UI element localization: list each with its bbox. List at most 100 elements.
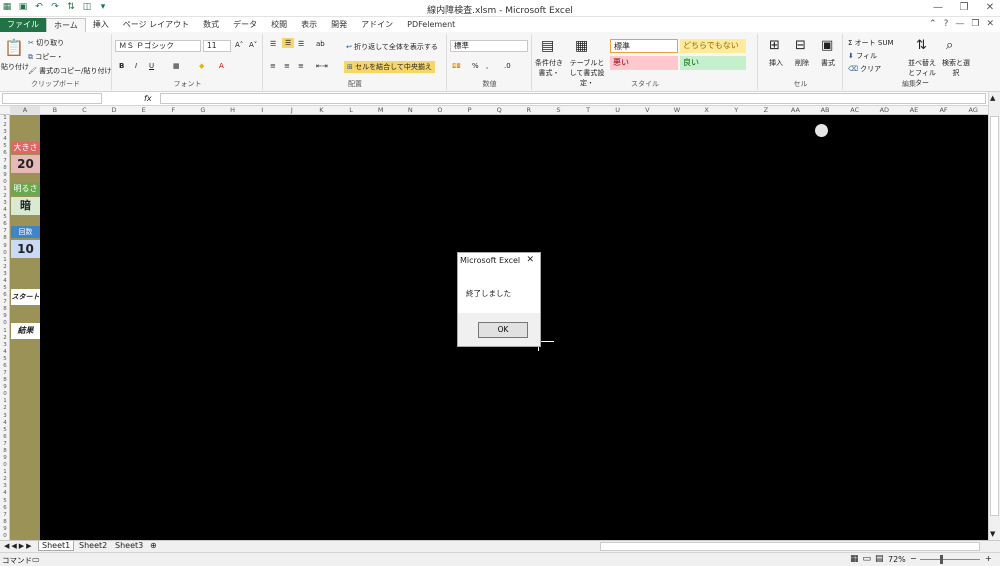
row-header[interactable]: 5 — [0, 143, 10, 150]
column-header-F[interactable]: F — [159, 106, 189, 115]
row-header[interactable]: 7 — [0, 299, 10, 306]
row-header[interactable]: 5 — [0, 427, 10, 434]
tab-data[interactable]: データ — [226, 18, 264, 32]
row-header[interactable]: 5 — [0, 285, 10, 292]
merge-center-button[interactable]: ⊞ セルを結合して中央揃え — [344, 61, 435, 73]
row-header[interactable]: 0 — [0, 462, 10, 469]
row-header[interactable]: 2 — [0, 335, 10, 342]
row-header[interactable]: 5 — [0, 214, 10, 221]
fill-color-icon[interactable]: ◆ — [199, 62, 204, 70]
column-header-AE[interactable]: AE — [899, 106, 929, 115]
sort-filter-icon[interactable]: ⇅ — [916, 38, 927, 53]
row-header[interactable]: 6 — [0, 150, 10, 157]
row-header[interactable]: 8 — [0, 235, 10, 242]
row-header[interactable]: 7 — [0, 158, 10, 165]
copy-button[interactable]: ⧉ コピー・ — [28, 52, 63, 62]
row-header[interactable]: 8 — [0, 306, 10, 313]
row-header[interactable]: 0 — [0, 391, 10, 398]
dialog-close-icon[interactable]: ✕ — [526, 255, 534, 265]
vertical-scrollbar[interactable]: ▲ ▼ — [988, 92, 1000, 540]
new-sheet-icon[interactable]: ⊕ — [150, 541, 157, 550]
row-header[interactable]: 6 — [0, 363, 10, 370]
row-header[interactable]: 1 — [0, 328, 10, 335]
align-middle-icon[interactable]: ☰ — [282, 38, 295, 48]
row-header[interactable]: 2 — [0, 264, 10, 271]
cut-button[interactable]: ✂ 切り取り — [28, 38, 64, 48]
fill-button[interactable]: ⬇ フィル — [848, 51, 877, 61]
find-icon[interactable]: ⌕ — [946, 38, 953, 53]
collapse-ribbon-icon[interactable]: ⌃ — [929, 19, 937, 29]
tab-formulas[interactable]: 数式 — [196, 18, 226, 32]
tab-addins[interactable]: アドイン — [354, 18, 400, 32]
row-header[interactable]: 9 — [0, 243, 10, 250]
row-header[interactable]: 4 — [0, 349, 10, 356]
window-close-icon[interactable]: ✕ — [986, 19, 994, 29]
column-header-W[interactable]: W — [662, 106, 692, 115]
insert-cells-icon[interactable]: ⊞ — [769, 38, 780, 53]
column-header-M[interactable]: M — [366, 106, 396, 115]
tab-review[interactable]: 校閲 — [264, 18, 294, 32]
paste-button[interactable]: 貼り付け — [1, 62, 29, 72]
row-header[interactable]: 6 — [0, 221, 10, 228]
start-button[interactable]: スタート — [11, 289, 40, 305]
format-painter-button[interactable]: 🖌 書式のコピー/貼り付け — [28, 66, 111, 76]
row-header[interactable]: 8 — [0, 448, 10, 455]
column-header-AD[interactable]: AD — [870, 106, 900, 115]
font-color-icon[interactable]: A — [219, 62, 224, 70]
row-header[interactable]: 3 — [0, 413, 10, 420]
window-minimize-icon[interactable]: — — [955, 19, 964, 29]
font-name-select[interactable]: ＭＳ Ｐゴシック — [115, 40, 201, 52]
align-center-icon[interactable]: ≡ — [284, 62, 290, 70]
row-header[interactable]: 5 — [0, 356, 10, 363]
delete-cells-icon[interactable]: ⊟ — [795, 38, 806, 53]
row-header[interactable]: 1 — [0, 469, 10, 476]
row-header[interactable]: 9 — [0, 172, 10, 179]
row-header[interactable]: 4 — [0, 490, 10, 497]
help-icon[interactable]: ? — [944, 19, 949, 29]
column-header-S[interactable]: S — [544, 106, 574, 115]
row-header[interactable]: 8 — [0, 519, 10, 526]
row-header[interactable]: 3 — [0, 129, 10, 136]
row-header[interactable]: 3 — [0, 342, 10, 349]
row-header[interactable]: 2 — [0, 405, 10, 412]
column-header-T[interactable]: T — [573, 106, 603, 115]
tab-page-layout[interactable]: ページ レイアウト — [116, 18, 196, 32]
vertical-scroll-thumb[interactable] — [990, 116, 999, 516]
column-header-X[interactable]: X — [692, 106, 722, 115]
row-header[interactable]: 2 — [0, 193, 10, 200]
row-header[interactable]: 3 — [0, 483, 10, 490]
style-standard[interactable]: 標準 — [610, 39, 678, 53]
format-cells-button[interactable]: 書式 — [821, 58, 835, 68]
column-header-AB[interactable]: AB — [810, 106, 840, 115]
autosum-button[interactable]: Σ オート SUM — [848, 38, 894, 48]
style-good[interactable]: 良い — [680, 56, 746, 70]
row-header[interactable]: 9 — [0, 384, 10, 391]
fx-icon[interactable]: fx — [144, 94, 152, 103]
row-header[interactable]: 4 — [0, 136, 10, 143]
zoom-slider-thumb[interactable] — [940, 555, 943, 564]
tab-view[interactable]: 表示 — [294, 18, 324, 32]
zoom-slider[interactable] — [920, 559, 980, 560]
row-header[interactable]: 3 — [0, 200, 10, 207]
tab-file[interactable]: ファイル — [0, 18, 46, 32]
window-restore-icon[interactable]: ❐ — [971, 19, 979, 29]
tab-pdfelement[interactable]: PDFelement — [400, 18, 462, 32]
find-select-button[interactable]: 検索と選択 — [942, 58, 970, 78]
zoom-out-icon[interactable]: − — [910, 554, 917, 563]
row-header[interactable]: 6 — [0, 505, 10, 512]
zoom-in-icon[interactable]: + — [985, 554, 992, 563]
row-header[interactable]: 6 — [0, 292, 10, 299]
formula-input[interactable] — [160, 93, 986, 104]
minimize-button[interactable]: — — [932, 2, 944, 13]
font-size-select[interactable]: 11 — [203, 40, 231, 52]
column-header-Q[interactable]: Q — [484, 106, 514, 115]
align-right-icon[interactable]: ≡ — [298, 62, 304, 70]
row-header[interactable]: 9 — [0, 313, 10, 320]
column-header-N[interactable]: N — [396, 106, 426, 115]
tab-insert[interactable]: 挿入 — [86, 18, 116, 32]
row-header[interactable]: 4 — [0, 278, 10, 285]
row-header[interactable]: 1 — [0, 186, 10, 193]
ok-button[interactable]: OK — [478, 322, 528, 338]
horizontal-scrollbar[interactable] — [600, 542, 980, 551]
column-header-AF[interactable]: AF — [929, 106, 959, 115]
